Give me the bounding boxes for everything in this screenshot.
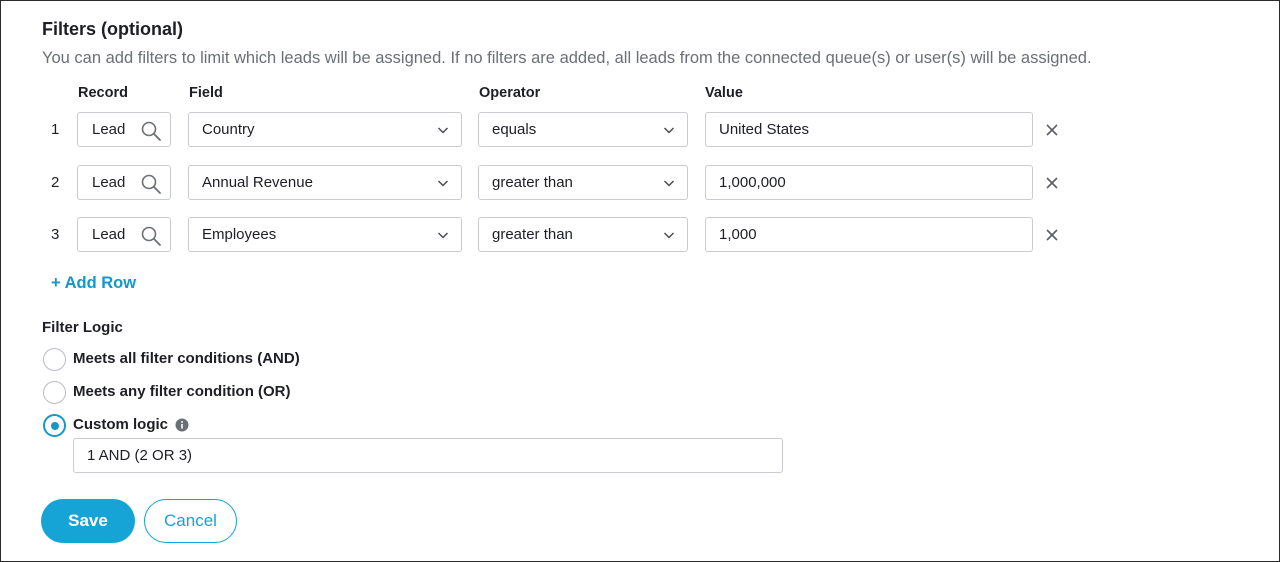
row-number: 1 [51,121,60,138]
record-lookup[interactable]: Lead [77,112,171,147]
value-text: 1,000,000 [719,174,786,191]
section-description: You can add filters to limit which leads… [42,49,1092,67]
chevron-down-icon [663,180,675,187]
close-icon[interactable] [1044,122,1060,138]
record-value: Lead [92,226,126,243]
row-number: 3 [51,226,60,243]
close-icon[interactable] [1044,227,1060,243]
field-select[interactable]: Annual Revenue [188,165,462,200]
chevron-down-icon [437,232,449,239]
value-input[interactable]: United States [705,112,1033,147]
chevron-down-icon [437,180,449,187]
operator-select[interactable]: greater than [478,165,688,200]
value-text: United States [719,121,810,138]
info-icon[interactable] [175,418,189,432]
chevron-down-icon [663,232,675,239]
row-number: 2 [51,174,60,191]
add-row-link[interactable]: + Add Row [51,274,136,293]
search-icon[interactable] [140,225,162,247]
operator-value: equals [492,121,537,138]
save-button[interactable]: Save [41,499,135,543]
field-value: Employees [202,226,277,243]
column-header-value: Value [705,85,743,101]
custom-logic-value: 1 AND (2 OR 3) [87,447,193,464]
custom-logic-input[interactable]: 1 AND (2 OR 3) [73,438,783,473]
close-icon[interactable] [1044,175,1060,191]
value-input[interactable]: 1,000,000 [705,165,1033,200]
filter-logic-label: Filter Logic [42,319,123,336]
radio-or-label[interactable]: Meets any filter condition (OR) [73,383,291,400]
search-icon[interactable] [140,173,162,195]
radio-and-label[interactable]: Meets all filter conditions (AND) [73,350,300,367]
operator-select[interactable]: greater than [478,217,688,252]
search-icon[interactable] [140,120,162,142]
section-title: Filters (optional) [42,19,183,39]
field-value: Annual Revenue [202,174,313,191]
operator-select[interactable]: equals [478,112,688,147]
field-select[interactable]: Employees [188,217,462,252]
radio-custom-logic-label[interactable]: Custom logic [73,416,168,433]
value-input[interactable]: 1,000 [705,217,1033,252]
column-header-field: Field [189,85,223,101]
column-header-record: Record [78,85,128,101]
cancel-button[interactable]: Cancel [144,499,237,543]
operator-value: greater than [492,226,573,243]
value-text: 1,000 [719,226,757,243]
field-select[interactable]: Country [188,112,462,147]
operator-value: greater than [492,174,573,191]
record-lookup[interactable]: Lead [77,165,171,200]
chevron-down-icon [437,127,449,134]
radio-and[interactable] [43,348,66,371]
field-value: Country [202,121,255,138]
radio-or[interactable] [43,381,66,404]
radio-custom-logic[interactable] [43,414,66,437]
record-value: Lead [92,121,126,138]
record-lookup[interactable]: Lead [77,217,171,252]
column-header-operator: Operator [479,85,541,101]
filters-panel: Filters (optional) You can add filters t… [0,0,1280,562]
chevron-down-icon [663,127,675,134]
record-value: Lead [92,174,126,191]
